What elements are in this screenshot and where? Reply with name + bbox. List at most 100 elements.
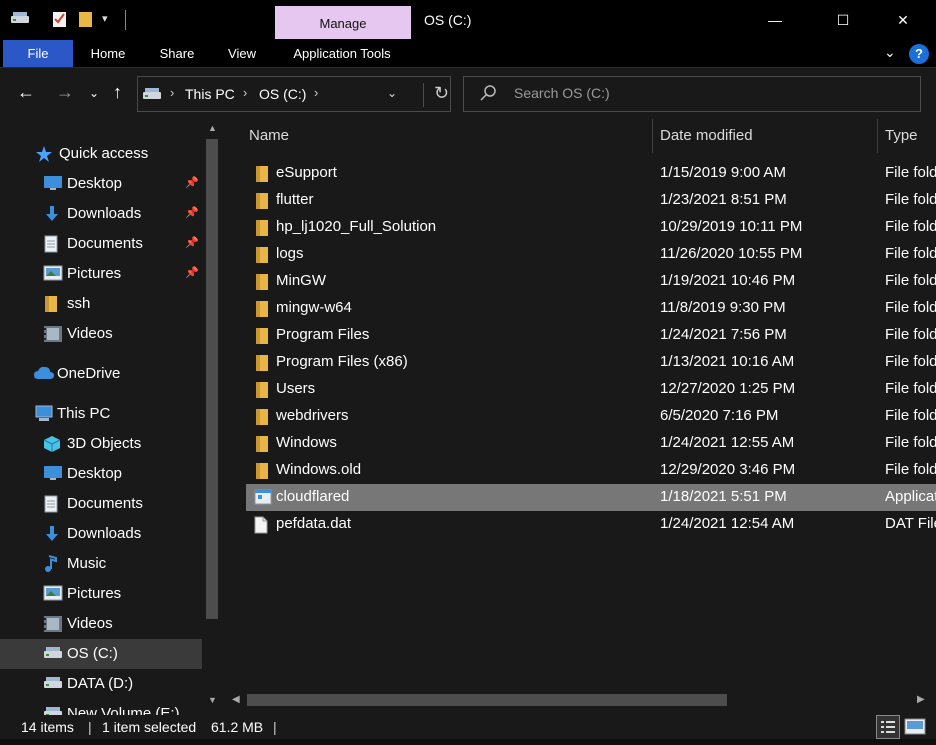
tab-share[interactable]: Share xyxy=(148,40,206,67)
search-input[interactable] xyxy=(514,85,894,101)
file-row[interactable]: MinGW 1/19/2021 10:46 PM File folder xyxy=(246,268,936,295)
close-button[interactable]: ✕ xyxy=(880,4,926,36)
file-row[interactable]: Program Files 1/24/2021 7:56 PM File folde… xyxy=(246,322,936,349)
file-row[interactable]: Windows 1/24/2021 12:55 AM File folder xyxy=(246,430,936,457)
up-arrow-icon[interactable]: ↑ xyxy=(113,82,122,103)
file-row[interactable]: logs 11/26/2020 10:55 PM File folder xyxy=(246,241,936,268)
pin-icon[interactable]: 📌 xyxy=(185,266,199,279)
help-icon[interactable]: ? xyxy=(909,44,929,64)
scroll-right-icon[interactable]: ▶ xyxy=(917,694,925,705)
search-icon xyxy=(480,84,498,105)
column-header-date-modified[interactable]: Date modified xyxy=(660,127,753,144)
file-row[interactable]: eSupport 1/15/2019 9:00 AM File folder xyxy=(246,160,936,187)
forward-arrow-icon[interactable]: → xyxy=(56,82,74,103)
computer-icon xyxy=(33,405,55,426)
nav-item[interactable]: This PC xyxy=(0,399,202,429)
customize-toolbar-icon[interactable]: ▾ xyxy=(102,12,108,25)
column-divider[interactable] xyxy=(877,119,878,153)
expand-ribbon-icon[interactable]: ⌄ xyxy=(884,44,896,61)
chevron-right-icon[interactable]: › xyxy=(314,85,318,100)
nav-item[interactable]: Quick access xyxy=(0,139,202,169)
new-folder-icon[interactable] xyxy=(78,10,94,31)
folder-icon xyxy=(254,435,270,456)
file-row[interactable]: Users 12/27/2020 1:25 PM File folder xyxy=(246,376,936,403)
nav-item-label: New Volume (E:) xyxy=(67,705,180,715)
nav-item[interactable]: Downloads xyxy=(0,519,202,549)
details-view-icon[interactable] xyxy=(876,715,900,739)
file-name: Windows.old xyxy=(276,461,362,478)
nav-item[interactable]: Documents xyxy=(0,489,202,519)
file-row[interactable]: Windows.old 12/29/2020 3:46 PM File folder xyxy=(246,457,936,484)
file-row[interactable]: pefdata.dat 1/24/2021 12:54 AM DAT File xyxy=(246,511,936,538)
file-name: logs xyxy=(276,245,304,262)
horizontal-scrollbar[interactable]: ◀ ▶ xyxy=(222,690,936,710)
scroll-down-icon[interactable]: ▼ xyxy=(208,695,217,705)
column-divider[interactable] xyxy=(652,119,653,153)
nav-item[interactable]: OS (C:) xyxy=(0,639,202,669)
pin-icon[interactable]: 📌 xyxy=(185,236,199,249)
search-box[interactable] xyxy=(463,76,921,112)
nav-item[interactable]: Desktop xyxy=(0,459,202,489)
file-row[interactable]: hp_lj1020_Full_Solution 10/29/2019 10:11 … xyxy=(246,214,936,241)
nav-item[interactable]: 3D Objects xyxy=(0,429,202,459)
file-row[interactable]: Program Files (x86) 1/13/2021 10:16 AM Fil… xyxy=(246,349,936,376)
nav-item[interactable]: Music xyxy=(0,549,202,579)
file-type: File folder xyxy=(885,218,936,235)
tab-home[interactable]: Home xyxy=(78,40,138,67)
pin-icon[interactable]: 📌 xyxy=(185,176,199,189)
music-note-icon xyxy=(43,555,59,576)
chevron-right-icon[interactable]: › xyxy=(170,85,174,100)
nav-item[interactable]: Desktop 📌 xyxy=(0,169,202,199)
file-row[interactable]: cloudflared 1/18/2021 5:51 PM Application xyxy=(246,484,936,511)
nav-item[interactable]: OneDrive xyxy=(0,359,202,389)
address-bar[interactable]: › This PC › OS (C:) › ⌄ ↻ xyxy=(137,76,451,112)
nav-item-label: Pictures xyxy=(67,265,122,282)
ribbon-tabs: File Home Share View Application Tools ⌄… xyxy=(0,40,936,67)
nav-item[interactable]: Documents 📌 xyxy=(0,229,202,259)
scrollbar-thumb[interactable] xyxy=(206,139,218,619)
chevron-down-icon[interactable]: ⌄ xyxy=(387,86,397,100)
column-header-name[interactable]: Name xyxy=(249,127,289,144)
folder-icon xyxy=(254,219,270,240)
drive-icon xyxy=(43,705,65,715)
nav-item[interactable]: New Volume (E:) xyxy=(0,699,202,715)
nav-scrollbar[interactable]: ▲ ▼ xyxy=(202,119,222,715)
nav-item[interactable]: Pictures 📌 xyxy=(0,259,202,289)
status-bar: 14 items | 1 item selected 61.2 MB | xyxy=(0,715,936,739)
scroll-up-icon[interactable]: ▲ xyxy=(208,123,217,133)
recent-locations-icon[interactable]: ⌄ xyxy=(89,86,99,100)
picture-icon xyxy=(43,585,63,604)
properties-icon[interactable] xyxy=(52,10,68,31)
tab-application-tools[interactable]: Application Tools xyxy=(276,40,408,67)
chevron-right-icon[interactable]: › xyxy=(243,85,247,100)
column-header-type[interactable]: Type xyxy=(885,127,918,144)
pin-icon[interactable]: 📌 xyxy=(185,206,199,219)
maximize-button[interactable]: ☐ xyxy=(820,4,866,36)
drive-icon[interactable] xyxy=(10,10,32,29)
nav-item[interactable]: Videos xyxy=(0,319,202,349)
file-type: File folder xyxy=(885,407,936,424)
nav-item[interactable]: Videos xyxy=(0,609,202,639)
file-row[interactable]: mingw-w64 11/8/2019 9:30 PM File folder xyxy=(246,295,936,322)
minimize-button[interactable]: — xyxy=(752,4,798,36)
file-row[interactable]: flutter 1/23/2021 8:51 PM File folder xyxy=(246,187,936,214)
scrollbar-thumb[interactable] xyxy=(247,694,727,706)
tab-file[interactable]: File xyxy=(3,40,73,67)
tab-manage[interactable]: Manage xyxy=(275,6,411,39)
back-arrow-icon[interactable]: ← xyxy=(17,82,35,103)
file-date-modified: 1/24/2021 12:54 AM xyxy=(660,515,795,532)
tab-view[interactable]: View xyxy=(216,40,268,67)
breadcrumb-os-c[interactable]: OS (C:) xyxy=(259,86,306,102)
download-arrow-icon xyxy=(43,525,61,546)
refresh-icon[interactable]: ↻ xyxy=(423,83,449,107)
large-icons-view-icon[interactable] xyxy=(904,718,926,739)
nav-item-label: Videos xyxy=(67,325,113,342)
file-row[interactable]: webdrivers 6/5/2020 7:16 PM File folder xyxy=(246,403,936,430)
nav-item[interactable]: Downloads 📌 xyxy=(0,199,202,229)
breadcrumb-this-pc[interactable]: This PC xyxy=(185,86,235,102)
nav-item[interactable]: Pictures xyxy=(0,579,202,609)
nav-item[interactable]: DATA (D:) xyxy=(0,669,202,699)
star-icon xyxy=(35,145,53,166)
scroll-left-icon[interactable]: ◀ xyxy=(232,694,240,705)
nav-item[interactable]: ssh xyxy=(0,289,202,319)
